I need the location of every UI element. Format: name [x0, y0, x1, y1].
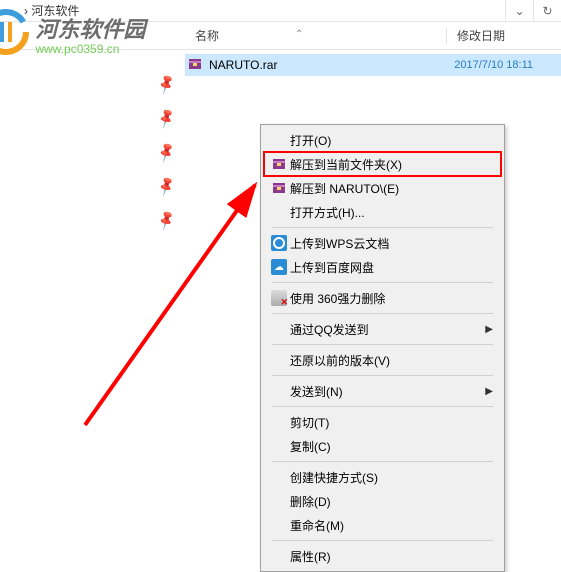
menu-separator [272, 313, 493, 314]
menu-label: 打开(O) [290, 132, 493, 149]
menu-360-delete[interactable]: 使用 360强力删除 [264, 286, 501, 310]
menu-qq-send[interactable]: 通过QQ发送到 ▶ [264, 317, 501, 341]
menu-separator [272, 540, 493, 541]
menu-separator [272, 344, 493, 345]
menu-label: 上传到WPS云文档 [290, 235, 493, 252]
menu-label: 解压到当前文件夹(X) [290, 156, 493, 173]
menu-separator [272, 282, 493, 283]
menu-rename[interactable]: 重命名(M) [264, 513, 501, 537]
rar-icon [268, 180, 290, 196]
menu-label: 使用 360强力删除 [290, 290, 493, 307]
menu-copy[interactable]: 复制(C) [264, 434, 501, 458]
menu-previous-versions[interactable]: 还原以前的版本(V) [264, 348, 501, 372]
column-headers: 名称 ⌃ 修改日期 [0, 22, 561, 50]
menu-create-shortcut[interactable]: 创建快捷方式(S) [264, 465, 501, 489]
context-menu: 打开(O) 解压到当前文件夹(X) 解压到 NARUTO\(E) 打开方式(H)… [260, 124, 505, 572]
rar-icon [268, 156, 290, 172]
menu-delete[interactable]: 删除(D) [264, 489, 501, 513]
menu-separator [272, 375, 493, 376]
delete-icon [271, 290, 287, 306]
menu-label: 创建快捷方式(S) [290, 469, 493, 486]
menu-label: 解压到 NARUTO\(E) [290, 180, 493, 197]
pin-icon[interactable]: 📌 [155, 107, 179, 130]
menu-extract-here[interactable]: 解压到当前文件夹(X) [264, 152, 501, 176]
chevron-right-icon: ▶ [485, 386, 493, 397]
menu-send-to[interactable]: 发送到(N) ▶ [264, 379, 501, 403]
menu-extract-to[interactable]: 解压到 NARUTO\(E) [264, 176, 501, 200]
wps-icon [271, 235, 287, 251]
window-controls: ⌄ ↻ [505, 0, 561, 22]
rar-file-icon [187, 56, 205, 74]
menu-label: 发送到(N) [290, 383, 485, 400]
menu-label: 还原以前的版本(V) [290, 352, 493, 369]
menu-label: 属性(R) [290, 548, 493, 565]
menu-properties[interactable]: 属性(R) [264, 544, 501, 568]
pin-icon[interactable]: 📌 [155, 141, 179, 164]
menu-label: 打开方式(H)... [290, 204, 493, 221]
menu-separator [272, 227, 493, 228]
menu-label: 上传到百度网盘 [290, 259, 493, 276]
content-area: 📌 📌 📌 📌 📌 NARUTO.rar 2017/7/10 18:11 打开(… [0, 50, 561, 537]
breadcrumb-path[interactable]: › 河东软件 [22, 2, 505, 19]
menu-separator [272, 461, 493, 462]
dropdown-button[interactable]: ⌄ [505, 0, 533, 22]
menu-baidu-upload[interactable]: ☁ 上传到百度网盘 [264, 255, 501, 279]
pin-icon[interactable]: 📌 [155, 175, 179, 198]
menu-label: 重命名(M) [290, 517, 493, 534]
file-name: NARUTO.rar [209, 58, 454, 72]
back-button[interactable]: ‹ [0, 3, 22, 19]
pin-icon[interactable]: 📌 [155, 73, 179, 96]
menu-label: 复制(C) [290, 438, 493, 455]
menu-label: 剪切(T) [290, 414, 493, 431]
file-row-selected[interactable]: NARUTO.rar 2017/7/10 18:11 [185, 54, 561, 76]
file-date: 2017/7/10 18:11 [454, 59, 561, 71]
chevron-right-icon: ▶ [485, 324, 493, 335]
name-column-label: 名称 [195, 29, 219, 43]
date-column-header[interactable]: 修改日期 [447, 27, 561, 44]
menu-open[interactable]: 打开(O) [264, 128, 501, 152]
baidu-icon: ☁ [271, 259, 287, 275]
pin-icon[interactable]: 📌 [155, 209, 179, 232]
menu-open-with[interactable]: 打开方式(H)... [264, 200, 501, 224]
menu-cut[interactable]: 剪切(T) [264, 410, 501, 434]
sort-indicator-icon: ⌃ [295, 29, 303, 40]
menu-label: 通过QQ发送到 [290, 321, 485, 338]
menu-label: 删除(D) [290, 493, 493, 510]
titlebar: ‹ › 河东软件 ⌄ ↻ [0, 0, 561, 22]
refresh-button[interactable]: ↻ [533, 0, 561, 22]
annotation-arrow [75, 175, 275, 435]
menu-wps-upload[interactable]: 上传到WPS云文档 [264, 231, 501, 255]
name-column-header[interactable]: 名称 ⌃ [185, 27, 446, 44]
menu-separator [272, 406, 493, 407]
